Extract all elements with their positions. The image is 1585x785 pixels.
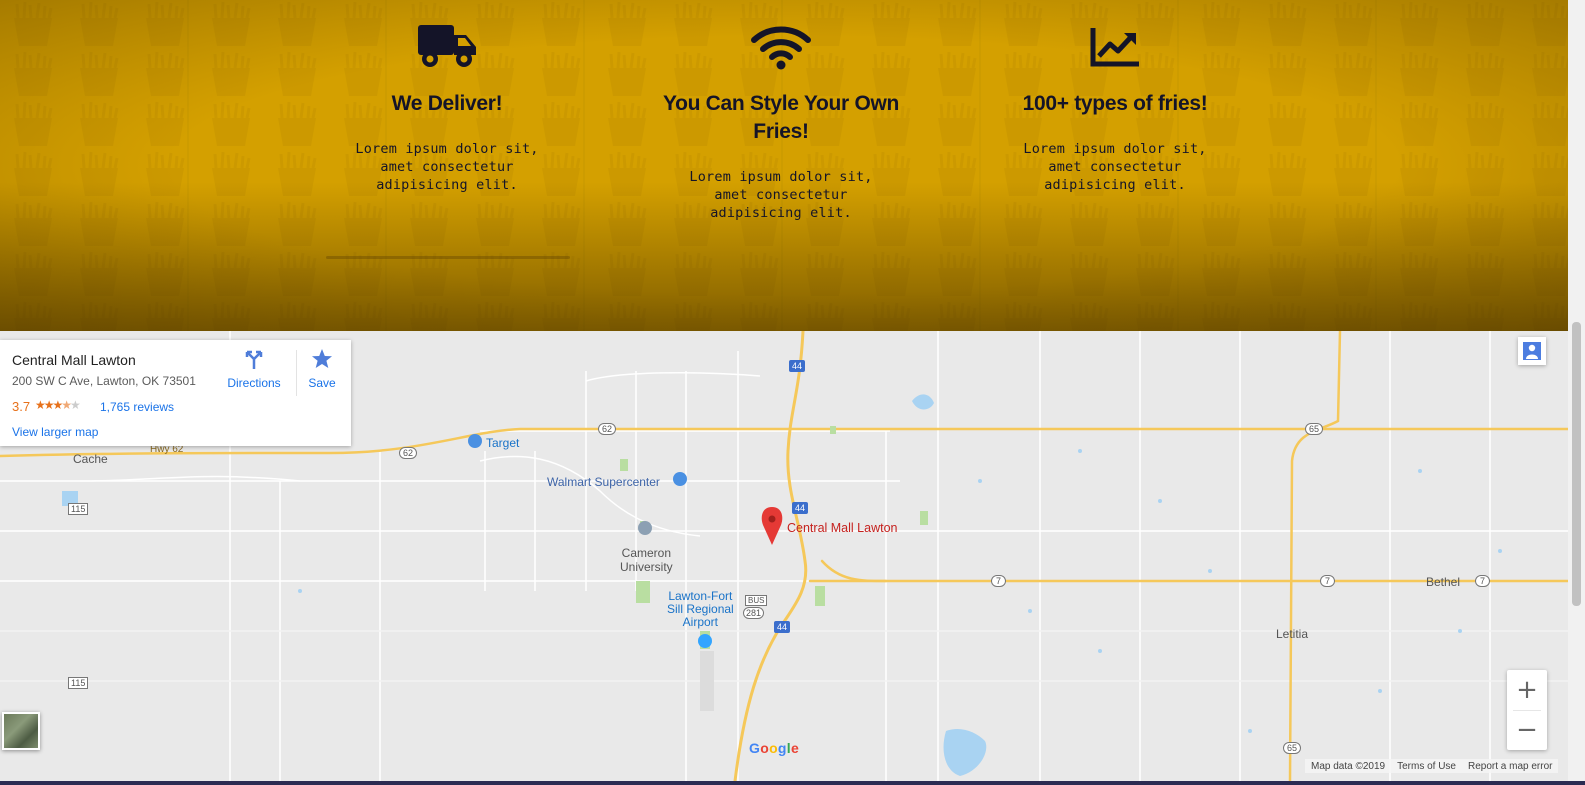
route-shield: 62 [399, 447, 418, 459]
feature-title: We Deliver! [391, 92, 503, 115]
feature-description: Lorem ipsum dolor sit, amet consectetur … [689, 169, 873, 221]
feature-description: Lorem ipsum dolor sit, amet consectetur … [1023, 141, 1207, 193]
truck-icon [327, 16, 567, 76]
chart-line-icon [995, 16, 1235, 76]
directions-icon [245, 350, 263, 369]
feature-types: 100+ types of fries! Lorem ipsum dolor s… [995, 16, 1235, 194]
place-address: 200 SW C Ave, Lawton, OK 73501 [12, 374, 196, 388]
features-section: We Deliver! Lorem ipsum dolor sit, amet … [0, 0, 1568, 331]
interstate-shield: 44 [792, 502, 809, 514]
save-button[interactable]: Save [300, 348, 344, 390]
star-icon [312, 349, 332, 368]
zoom-controls: + − [1507, 670, 1547, 750]
reviews-link[interactable]: 1,765 reviews [100, 400, 174, 414]
route-shield: 115 [68, 677, 89, 689]
route-shield: 281 [743, 607, 765, 619]
directions-button[interactable]: Directions [222, 348, 286, 390]
route-shield: 7 [1320, 575, 1336, 587]
route-shield: 7 [991, 575, 1007, 587]
page-bottom-edge [0, 781, 1585, 785]
place-name: Central Mall Lawton [12, 352, 136, 368]
satellite-view-toggle[interactable] [2, 712, 40, 750]
place-label: Letitia [1276, 627, 1309, 641]
place-label[interactable]: Central Mall Lawton [787, 521, 897, 535]
divider [296, 350, 297, 396]
directions-label: Directions [227, 376, 281, 390]
place-label[interactable]: Cameron University [620, 546, 673, 574]
feature-description: Lorem ipsum dolor sit, amet consectetur … [355, 141, 539, 193]
route-shield: BUS [745, 595, 768, 606]
map-footer: Map data ©2019 Terms of Use Report a map… [1305, 759, 1559, 773]
terms-of-use-link[interactable]: Terms of Use [1397, 761, 1456, 772]
save-label: Save [308, 376, 336, 390]
route-shield: 7 [1475, 575, 1491, 587]
divider [326, 256, 570, 259]
person-icon [1523, 342, 1541, 360]
interstate-shield: 44 [789, 360, 806, 372]
divider [1513, 710, 1541, 711]
google-logo: Google [749, 740, 800, 756]
place-info-card: Central Mall Lawton 200 SW C Ave, Lawton… [0, 340, 351, 446]
feature-style-fries: You Can Style Your Own Fries! Lorem ipsu… [661, 16, 901, 222]
route-shield: 115 [68, 503, 89, 515]
place-label[interactable]: Walmart Supercenter [547, 475, 660, 489]
rating-stars-icon: ★★★★★ [35, 398, 81, 412]
place-label[interactable]: Lawton-Fort Sill Regional Airport [667, 590, 734, 629]
place-label[interactable]: Target [486, 436, 519, 450]
feature-title: 100+ types of fries! [1022, 92, 1208, 115]
route-shield: 62 [598, 423, 617, 435]
interstate-shield: 44 [774, 621, 791, 633]
route-shield: 65 [1305, 423, 1324, 435]
report-error-link[interactable]: Report a map error [1468, 761, 1552, 772]
embedded-map[interactable]: Target Walmart Supercenter Cache Cameron… [0, 331, 1568, 781]
wifi-icon [661, 16, 901, 76]
route-shield: 65 [1283, 742, 1302, 754]
view-larger-map-link[interactable]: View larger map [12, 425, 98, 439]
zoom-out-button[interactable]: − [1507, 710, 1547, 750]
zoom-in-button[interactable]: + [1507, 670, 1547, 710]
map-pin-icon [761, 507, 783, 545]
scrollbar-thumb[interactable] [1572, 322, 1581, 606]
street-view-pegman-button[interactable] [1518, 337, 1546, 365]
place-label: Bethel [1426, 575, 1461, 589]
feature-title: You Can Style Your Own Fries! [662, 92, 900, 143]
place-label: Cache [73, 452, 108, 466]
rating-value: 3.7 [12, 399, 31, 414]
page-scrollbar[interactable] [1568, 0, 1585, 781]
feature-delivery: We Deliver! Lorem ipsum dolor sit, amet … [327, 16, 567, 194]
map-data-credit: Map data ©2019 [1311, 760, 1386, 772]
